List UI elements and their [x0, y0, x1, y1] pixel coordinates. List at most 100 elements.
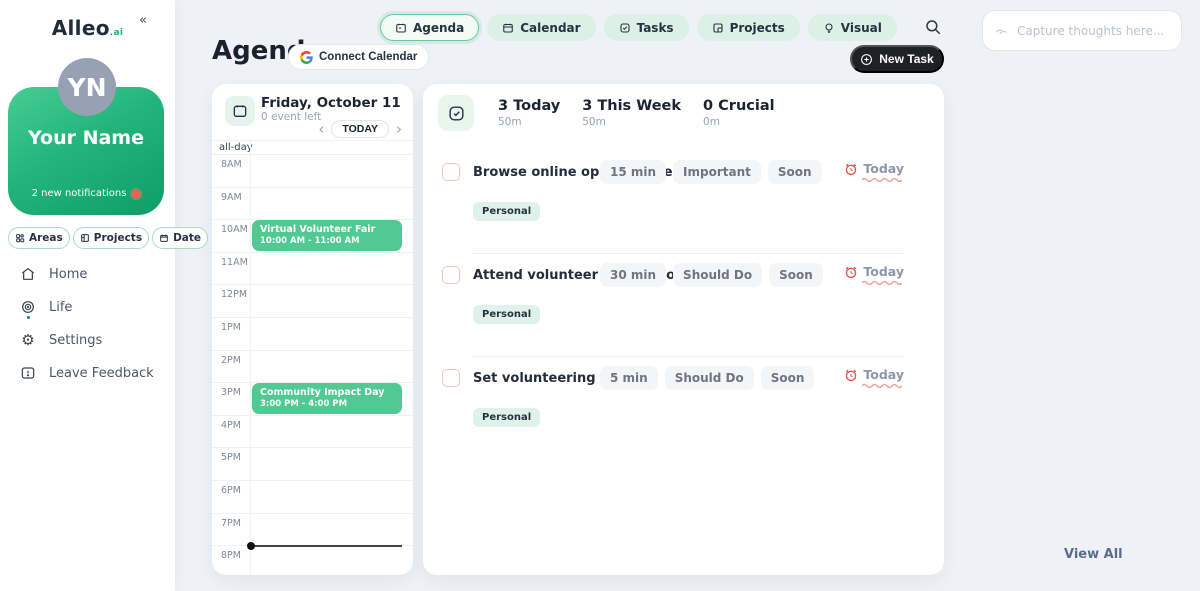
sidebar-item-life[interactable]: Life: [20, 296, 169, 318]
due-date[interactable]: Today: [844, 264, 904, 285]
current-time-line: [252, 545, 402, 547]
hour-row[interactable]: 9AM: [212, 187, 413, 220]
next-day-icon[interactable]: ›: [394, 122, 404, 137]
view-all-link[interactable]: View All: [1064, 547, 1123, 562]
hour-row[interactable]: 6PM: [212, 480, 413, 513]
hour-row[interactable]: 8AM: [212, 154, 413, 187]
sidebar-filter-pills: Areas Projects Date: [8, 227, 165, 249]
due-date[interactable]: Today: [844, 161, 904, 182]
current-time-dot: [247, 542, 255, 550]
timing-chip[interactable]: Soon: [769, 263, 823, 287]
calendar-event[interactable]: Community Impact Day 3:00 PM - 4:00 PM: [252, 383, 402, 414]
task-tag[interactable]: Personal: [473, 408, 540, 427]
app-logo: Alleo.ai: [0, 16, 175, 40]
home-icon: [20, 266, 36, 282]
checkbox-stat-icon: [438, 95, 474, 131]
hour-row[interactable]: 11AM: [212, 252, 413, 285]
task-row: Browse online opportunities 15 min Impor…: [423, 150, 944, 253]
duration-chip[interactable]: 30 min: [600, 263, 666, 287]
tab-agenda[interactable]: Agenda: [380, 14, 479, 41]
prev-day-icon[interactable]: ‹: [316, 122, 326, 137]
tab-visual[interactable]: Visual: [808, 14, 897, 41]
task-checkbox[interactable]: [442, 266, 460, 284]
tab-calendar[interactable]: Calendar: [487, 14, 595, 41]
sidebar-item-leave-feedback[interactable]: Leave Feedback: [20, 362, 169, 384]
today-button[interactable]: TODAY: [331, 120, 389, 138]
calendar-grid: all-day 8AM 9AM 10AM 11AM 12PM 1PM 2PM 3…: [212, 140, 413, 575]
notifications-link[interactable]: 2 new notifications: [8, 188, 164, 199]
filter-pill-date[interactable]: Date: [152, 227, 208, 249]
date-icon: [159, 233, 169, 243]
priority-chip[interactable]: Should Do: [665, 366, 754, 390]
tasks-panel: 3 Today 50m 3 This Week 50m 0 Crucial 0m…: [423, 84, 944, 575]
task-chips: 5 min Should Do Soon: [600, 366, 814, 390]
task-checkbox[interactable]: [442, 369, 460, 387]
timing-chip[interactable]: Soon: [768, 160, 822, 184]
capture-input[interactable]: [1017, 24, 1169, 38]
duration-chip[interactable]: 5 min: [600, 366, 658, 390]
calendar-header-icon: [225, 96, 255, 126]
hour-row[interactable]: 2PM: [212, 350, 413, 383]
tab-label: Tasks: [637, 21, 674, 35]
agenda-icon: [395, 22, 407, 34]
due-underline: [862, 280, 902, 285]
notification-dot-icon: [132, 190, 140, 198]
scribble-icon: [995, 26, 1009, 36]
task-chips: 15 min Important Soon: [600, 160, 822, 184]
sidebar-item-settings[interactable]: ⚙ Settings: [20, 329, 169, 351]
task-tag[interactable]: Personal: [473, 305, 540, 324]
due-date[interactable]: Today: [844, 367, 904, 388]
alarm-icon: [844, 368, 858, 382]
nav-label: Home: [49, 267, 87, 282]
google-icon: [300, 51, 313, 64]
connect-calendar-label: Connect Calendar: [319, 51, 417, 63]
search-icon[interactable]: [924, 18, 944, 38]
main-tabs: Agenda Calendar Tasks Projects Visual: [380, 14, 897, 41]
hour-row[interactable]: 8PM: [212, 545, 413, 575]
due-underline: [862, 383, 902, 388]
tab-label: Visual: [841, 21, 882, 35]
hour-row[interactable]: 7PM: [212, 513, 413, 546]
feedback-icon: [20, 365, 36, 381]
calendar-event[interactable]: Virtual Volunteer Fair 10:00 AM - 11:00 …: [252, 220, 402, 251]
stat-sub: 50m: [498, 116, 560, 128]
projects-icon: [712, 22, 724, 34]
filter-pill-label: Projects: [94, 232, 142, 244]
due-label: Today: [863, 264, 904, 279]
priority-chip[interactable]: Important: [673, 160, 761, 184]
new-task-button[interactable]: New Task: [850, 45, 944, 73]
avatar[interactable]: YN: [58, 58, 116, 116]
stat-label: 3 This Week: [582, 98, 681, 114]
nav-label: Leave Feedback: [49, 366, 154, 381]
calendar-nav: ‹ TODAY ›: [316, 120, 404, 138]
task-chips: 30 min Should Do Soon: [600, 263, 823, 287]
duration-chip[interactable]: 15 min: [600, 160, 666, 184]
event-title: Virtual Volunteer Fair: [260, 224, 394, 236]
filter-pill-areas[interactable]: Areas: [8, 227, 70, 249]
timing-chip[interactable]: Soon: [761, 366, 815, 390]
task-tag[interactable]: Personal: [473, 202, 540, 221]
connect-calendar-button[interactable]: Connect Calendar: [288, 44, 429, 70]
gear-icon: ⚙: [20, 331, 36, 349]
stat-crucial: 0 Crucial 0m: [703, 98, 775, 128]
hour-row[interactable]: 5PM: [212, 447, 413, 480]
event-time: 3:00 PM - 4:00 PM: [260, 399, 394, 409]
grid-divider: [250, 140, 251, 575]
sidebar-nav: Home Life ⚙ Settings Leave Feedback: [20, 263, 169, 384]
areas-icon: [15, 233, 25, 243]
sidebar-item-home[interactable]: Home: [20, 263, 169, 285]
nav-label: Life: [49, 300, 72, 315]
tab-label: Agenda: [413, 21, 464, 35]
tab-projects[interactable]: Projects: [697, 14, 800, 41]
calendar-events-left: 0 event left: [261, 111, 321, 123]
hour-row[interactable]: 4PM: [212, 415, 413, 448]
sidebar-collapse-icon[interactable]: «: [139, 13, 147, 28]
hour-row[interactable]: 1PM: [212, 317, 413, 350]
tab-tasks[interactable]: Tasks: [604, 14, 689, 41]
task-checkbox[interactable]: [442, 163, 460, 181]
task-row: Attend volunteer orientation 30 min Shou…: [423, 253, 944, 356]
priority-chip[interactable]: Should Do: [673, 263, 762, 287]
notifications-label: 2 new notifications: [32, 188, 127, 199]
filter-pill-projects[interactable]: Projects: [73, 227, 149, 249]
hour-row[interactable]: 12PM: [212, 284, 413, 317]
